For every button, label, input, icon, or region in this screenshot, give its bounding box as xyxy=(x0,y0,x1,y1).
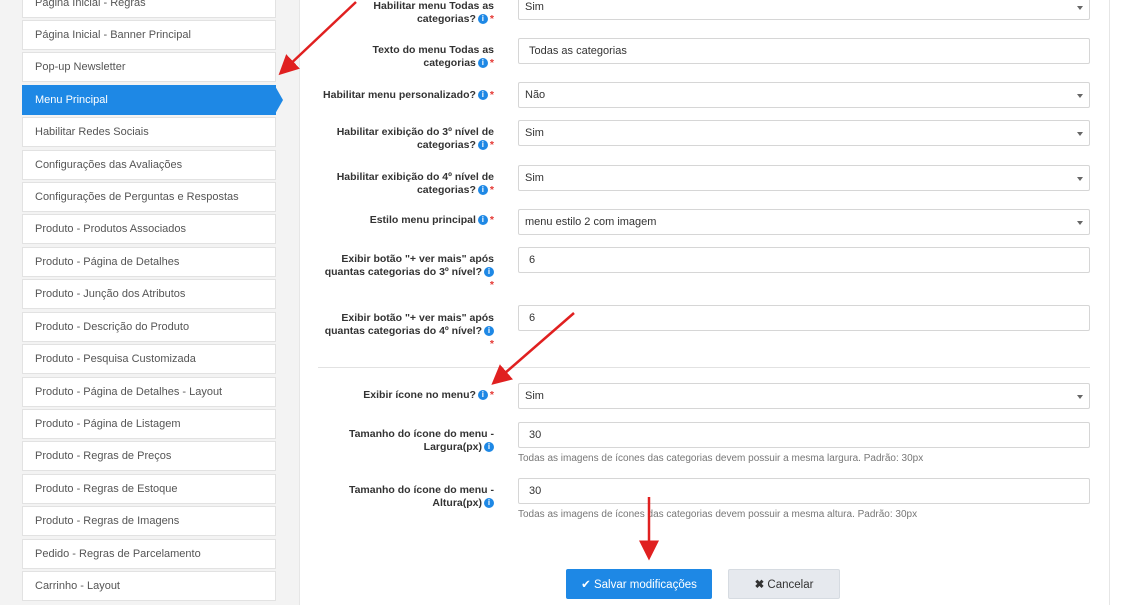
sidebar-item-main-menu[interactable]: Menu Principal xyxy=(22,85,283,115)
all-categories-menu-select[interactable]: Sim xyxy=(518,0,1090,20)
save-button[interactable]: ✔ Salvar modificações xyxy=(566,569,712,599)
see-more-fourth-level-input[interactable]: 6 xyxy=(518,305,1090,331)
info-icon[interactable]: i xyxy=(477,14,488,25)
main-menu-settings-form: Habilitar menu Todas as categorias? i * Si… xyxy=(300,0,1110,605)
field-label-icon-height: Tamanho do ícone do menu - Altura(px) i xyxy=(348,484,494,509)
show-menu-icon-select[interactable]: Sim xyxy=(518,383,1090,409)
menu-style-select[interactable]: menu estilo 2 com imagem xyxy=(518,209,1090,235)
required-marker: * xyxy=(489,279,494,291)
field-label-show-menu-icon: Exibir ícone no menu? i * xyxy=(363,389,494,401)
sidebar-item-custom-search[interactable]: Produto - Pesquisa Customizada xyxy=(22,344,276,374)
required-marker: * xyxy=(489,214,494,226)
info-icon[interactable]: i xyxy=(477,185,488,196)
required-marker: * xyxy=(489,139,494,151)
required-marker: * xyxy=(489,338,494,350)
required-marker: * xyxy=(489,89,494,101)
field-label-see-more-fourth-level: Exibir botão "+ ver mais" após quantas c… xyxy=(324,312,494,350)
icon-width-help: Todas as imagens de ícones das categoria… xyxy=(518,453,924,464)
field-label-icon-width: Tamanho do ícone do menu - Largura(px) i xyxy=(348,428,494,453)
info-icon[interactable]: i xyxy=(484,326,494,337)
required-marker: * xyxy=(489,57,494,69)
sidebar-item-reviews-settings[interactable]: Configurações das Avaliações xyxy=(22,150,276,180)
field-label-all-categories-text: Texto do menu Todas as categorias i * xyxy=(372,44,494,69)
see-more-third-level-input[interactable]: 6 xyxy=(518,247,1090,273)
third-level-select[interactable]: Sim xyxy=(518,120,1090,146)
sidebar-item-product-description[interactable]: Produto - Descrição do Produto xyxy=(22,312,276,342)
sidebar-item-home-rules[interactable]: Página Inicial - Regras xyxy=(22,0,276,18)
info-icon[interactable]: i xyxy=(484,267,494,278)
field-label-menu-style: Estilo menu principal i * xyxy=(369,214,494,226)
required-marker: * xyxy=(489,184,494,196)
info-icon[interactable]: i xyxy=(477,58,488,69)
check-icon: ✔ xyxy=(581,579,591,591)
field-label-see-more-third-level: Exibir botão "+ ver mais" após quantas c… xyxy=(324,253,494,291)
info-icon[interactable]: i xyxy=(477,90,488,101)
field-label-third-level: Habilitar exibição do 3º nível de catego… xyxy=(336,126,494,151)
sidebar-item-associated-products[interactable]: Produto - Produtos Associados xyxy=(22,214,276,244)
sidebar-item-stock-rules[interactable]: Produto - Regras de Estoque xyxy=(22,474,276,504)
field-label-custom-menu: Habilitar menu personalizado? i * xyxy=(323,89,494,101)
info-icon[interactable]: i xyxy=(477,140,488,151)
required-marker: * xyxy=(489,13,494,25)
field-label-fourth-level: Habilitar exibição do 4º nível de catego… xyxy=(336,171,494,196)
sidebar-item-attribute-merge[interactable]: Produto - Junção dos Atributos xyxy=(22,279,276,309)
icon-height-help: Todas as imagens de ícones das categoria… xyxy=(518,509,918,520)
cancel-button-label: Cancelar xyxy=(767,579,814,591)
sidebar-item-installment-rules[interactable]: Pedido - Regras de Parcelamento xyxy=(22,539,276,569)
custom-menu-select[interactable]: Não xyxy=(518,82,1090,108)
save-button-label: Salvar modificações xyxy=(593,579,697,591)
sidebar-item-cart-layout[interactable]: Carrinho - Layout xyxy=(22,571,276,601)
fourth-level-select[interactable]: Sim xyxy=(518,165,1090,191)
settings-sidebar: Página Inicial - Regras Página Inicial -… xyxy=(0,0,300,605)
info-icon[interactable]: i xyxy=(477,390,488,401)
field-label-all-categories-menu: Habilitar menu Todas as categorias? i * xyxy=(373,0,494,25)
sidebar-item-price-rules[interactable]: Produto - Regras de Preços xyxy=(22,441,276,471)
sidebar-item-listing-page[interactable]: Produto - Página de Listagem xyxy=(22,409,276,439)
icon-height-input[interactable]: 30 xyxy=(518,478,1090,504)
info-icon[interactable]: i xyxy=(477,215,488,226)
sidebar-item-newsletter-popup[interactable]: Pop-up Newsletter xyxy=(22,52,276,82)
sidebar-item-image-rules[interactable]: Produto - Regras de Imagens xyxy=(22,506,276,536)
all-categories-text-input[interactable]: Todas as categorias xyxy=(518,38,1090,64)
sidebar-item-home-banner[interactable]: Página Inicial - Banner Principal xyxy=(22,20,276,50)
sidebar-item-qa-settings[interactable]: Configurações de Perguntas e Respostas xyxy=(22,182,276,212)
section-divider xyxy=(318,367,1090,368)
close-icon: ✖ xyxy=(754,579,765,591)
info-icon[interactable]: i xyxy=(484,442,494,453)
icon-width-input[interactable]: 30 xyxy=(518,422,1090,448)
sidebar-item-social-networks[interactable]: Habilitar Redes Sociais xyxy=(22,117,276,147)
info-icon[interactable]: i xyxy=(484,498,494,509)
required-marker: * xyxy=(489,389,494,401)
cancel-button[interactable]: ✖ Cancelar xyxy=(728,569,840,599)
sidebar-item-product-details[interactable]: Produto - Página de Detalhes xyxy=(22,247,276,277)
sidebar-item-details-layout[interactable]: Produto - Página de Detalhes - Layout xyxy=(22,377,276,407)
